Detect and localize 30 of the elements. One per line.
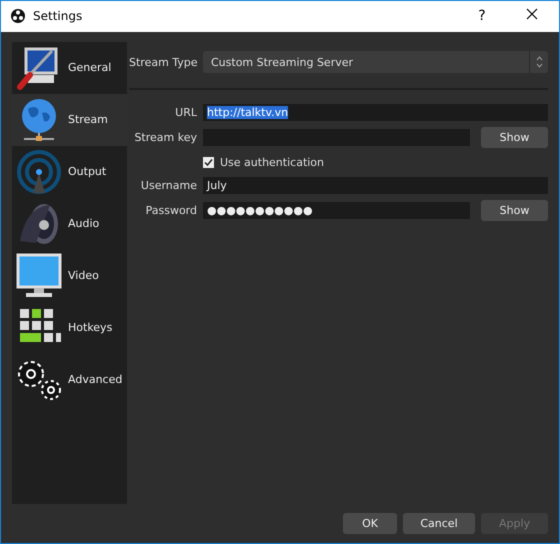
app-logo-icon	[11, 9, 25, 24]
sidebar-item[interactable]: Hotkeys	[12, 302, 127, 354]
spinner-arrows-icon	[536, 56, 542, 68]
monitor-icon	[16, 252, 62, 299]
sidebar-item[interactable]: Output	[12, 146, 127, 198]
checkbox-label: Use authentication	[220, 156, 324, 169]
sidebar-item[interactable]: Stream	[12, 94, 127, 146]
input-field[interactable]: July	[203, 176, 548, 194]
stream-type-label: Stream Type	[129, 56, 197, 69]
input-field[interactable]: ●●●●●●●●●●●	[203, 202, 470, 219]
checkbox[interactable]	[203, 156, 214, 168]
antenna-icon	[16, 148, 62, 195]
field-label: Stream key	[133, 130, 197, 144]
sidebar-item[interactable]: General	[12, 42, 127, 94]
close-icon	[526, 8, 538, 20]
stream-type-dropdown[interactable]: Custom Streaming Server	[203, 51, 548, 74]
sidebar-item[interactable]: Audio	[12, 198, 127, 250]
help-button[interactable]: ?	[465, 8, 499, 24]
sidebar-item[interactable]: Video	[12, 250, 127, 302]
dialog-button[interactable]: Cancel	[403, 512, 475, 534]
window-title: Settings	[33, 9, 84, 24]
field-label: Username	[140, 178, 197, 192]
show-button[interactable]: Show	[481, 200, 548, 221]
checkmark-icon	[204, 158, 213, 167]
field-label: Password	[144, 204, 197, 217]
field-label: URL	[174, 106, 197, 119]
show-button[interactable]: Show	[481, 126, 548, 148]
sidebar-item[interactable]: Advanced	[12, 354, 127, 406]
input-field[interactable]: http://talktv.vn	[203, 104, 548, 121]
dialog-button[interactable]: OK	[343, 512, 397, 534]
